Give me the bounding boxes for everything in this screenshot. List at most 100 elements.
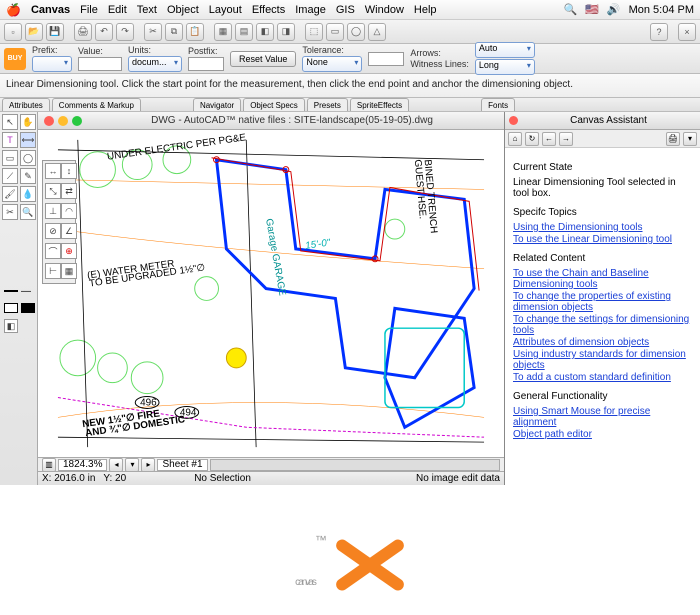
redo-button[interactable]: ↷: [116, 23, 134, 41]
dim-baseline[interactable]: ⊥: [45, 203, 61, 219]
link-change-settings[interactable]: To change the settings for dimensioning …: [513, 314, 692, 336]
link-attributes[interactable]: Attributes of dimension objects: [513, 337, 692, 348]
drawing-canvas[interactable]: UNDER ELECTRIC PER PG&E (E) WATER METER …: [38, 130, 504, 457]
dim-vertical[interactable]: ↕: [61, 163, 77, 179]
fill-black[interactable]: [21, 303, 35, 313]
tolerance-input[interactable]: [368, 52, 404, 66]
save-button[interactable]: 💾: [46, 23, 64, 41]
noarrow-swatch[interactable]: —: [21, 286, 33, 297]
dim-angle[interactable]: ∠: [61, 223, 77, 239]
link-linear-dimensioning[interactable]: To use the Linear Dimensioning tool: [513, 234, 692, 245]
zoom-field[interactable]: 1824.3%: [58, 459, 107, 471]
tool-c[interactable]: ◧: [256, 23, 274, 41]
help-button[interactable]: ?: [650, 23, 668, 41]
dim-oblique[interactable]: ⤡: [45, 183, 61, 199]
tool-d[interactable]: ◨: [277, 23, 295, 41]
assist-home[interactable]: ⌂: [508, 132, 522, 146]
link-chain-baseline[interactable]: To use the Chain and Baseline Dimensioni…: [513, 268, 692, 290]
menu-gis[interactable]: GIS: [336, 4, 355, 16]
postfix-input[interactable]: [188, 57, 224, 71]
paste-button[interactable]: 📋: [186, 23, 204, 41]
tab-spriteeffects[interactable]: SpriteEffects: [350, 98, 409, 111]
tab-fonts[interactable]: Fonts: [481, 98, 515, 111]
menu-help[interactable]: Help: [414, 4, 437, 16]
link-industry-standards[interactable]: Using industry standards for dimension o…: [513, 349, 692, 371]
link-change-properties[interactable]: To change the properties of existing dim…: [513, 291, 692, 313]
assistant-close[interactable]: [509, 116, 518, 125]
volume-icon[interactable]: 🔊: [607, 3, 621, 16]
oval-tool[interactable]: ◯: [20, 150, 36, 166]
menu-edit[interactable]: Edit: [108, 4, 127, 16]
units-select[interactable]: docum...: [128, 56, 182, 72]
dim-chain[interactable]: ⇄: [61, 183, 77, 199]
tool-h[interactable]: △: [368, 23, 386, 41]
tab-navigator[interactable]: Navigator: [193, 98, 241, 111]
dimension-subpalette[interactable]: ↔ ↕ ⤡ ⇄ ⊥ ◠ ⊘ ∠ ⌒ ⊕ ⊢ ▦: [42, 160, 76, 284]
next-sheet[interactable]: ▸: [141, 458, 155, 472]
sheet-menu[interactable]: ▾: [125, 458, 139, 472]
copy-button[interactable]: ⧉: [165, 23, 183, 41]
tool-f[interactable]: ▭: [326, 23, 344, 41]
open-button[interactable]: 📂: [25, 23, 43, 41]
assist-menu[interactable]: ▾: [683, 132, 697, 146]
assist-back[interactable]: ←: [542, 132, 556, 146]
hand-tool[interactable]: ✋: [20, 114, 36, 130]
assist-refresh[interactable]: ↻: [525, 132, 539, 146]
assistant-body[interactable]: Current State Linear Dimensioning Tool s…: [505, 148, 700, 485]
tab-presets[interactable]: Presets: [307, 98, 348, 111]
assistant-titlebar[interactable]: Canvas Assistant: [505, 112, 700, 130]
line-tool[interactable]: ⟋: [2, 168, 18, 184]
close-window[interactable]: [44, 116, 54, 126]
zoom-tool[interactable]: 🔍: [20, 204, 36, 220]
arrows-select[interactable]: Auto: [475, 42, 535, 58]
arrow-tool[interactable]: ↖: [2, 114, 18, 130]
menu-file[interactable]: File: [80, 4, 98, 16]
print-button[interactable]: 🖨: [74, 23, 92, 41]
dim-radius[interactable]: ◠: [61, 203, 77, 219]
tab-attributes[interactable]: Attributes: [2, 98, 50, 111]
crop-tool[interactable]: ✂: [2, 204, 18, 220]
dim-diameter[interactable]: ⊘: [45, 223, 61, 239]
menu-layout[interactable]: Layout: [209, 4, 242, 16]
tool-a[interactable]: ▦: [214, 23, 232, 41]
eyedrop-tool[interactable]: 💧: [20, 186, 36, 202]
clock[interactable]: Mon 5:04 PM: [629, 4, 694, 16]
menu-text[interactable]: Text: [137, 4, 157, 16]
value-input[interactable]: [78, 57, 122, 71]
apple-icon[interactable]: 🍎: [6, 3, 21, 17]
h-scrollbar[interactable]: [210, 459, 500, 471]
menu-effects[interactable]: Effects: [252, 4, 285, 16]
dim-arc[interactable]: ⌒: [45, 243, 61, 259]
dim-perp[interactable]: ⊢: [45, 263, 61, 279]
tolerance-select[interactable]: None: [302, 56, 362, 72]
link-dimensioning-tools[interactable]: Using the Dimensioning tools: [513, 222, 692, 233]
tool-e[interactable]: ⬚: [305, 23, 323, 41]
dimension-tool[interactable]: ⟷: [20, 132, 36, 148]
gradient-tool[interactable]: ◧: [4, 319, 18, 333]
prev-sheet[interactable]: ◂: [109, 458, 123, 472]
dim-area[interactable]: ▦: [61, 263, 77, 279]
link-smart-mouse[interactable]: Using Smart Mouse for precise alignment: [513, 406, 692, 428]
close-toolbar[interactable]: ×: [678, 23, 696, 41]
rect-tool[interactable]: ▭: [2, 150, 18, 166]
link-custom-standard[interactable]: To add a custom standard definition: [513, 372, 692, 383]
brush-tool[interactable]: 🖌: [2, 186, 18, 202]
tab-comments[interactable]: Comments & Markup: [52, 98, 141, 111]
tool-b[interactable]: ▤: [235, 23, 253, 41]
menu-window[interactable]: Window: [365, 4, 404, 16]
new-button[interactable]: ▫: [4, 23, 22, 41]
stroke-swatch[interactable]: [4, 290, 18, 292]
text-tool[interactable]: T: [2, 132, 18, 148]
spotlight-icon[interactable]: 🔍: [563, 3, 577, 16]
prefix-select[interactable]: [32, 56, 72, 72]
pen-tool[interactable]: ✎: [20, 168, 36, 184]
layer-toggle[interactable]: ▥: [42, 458, 56, 472]
assist-print[interactable]: 🖨: [666, 132, 680, 146]
witness-select[interactable]: Long: [475, 59, 535, 75]
menu-image[interactable]: Image: [295, 4, 326, 16]
zoom-window[interactable]: [72, 116, 82, 126]
minimize-window[interactable]: [58, 116, 68, 126]
document-titlebar[interactable]: DWG - AutoCAD™ native files : SITE-lands…: [38, 112, 504, 130]
dim-linear[interactable]: ↔: [45, 163, 61, 179]
app-menu[interactable]: Canvas: [31, 4, 70, 16]
